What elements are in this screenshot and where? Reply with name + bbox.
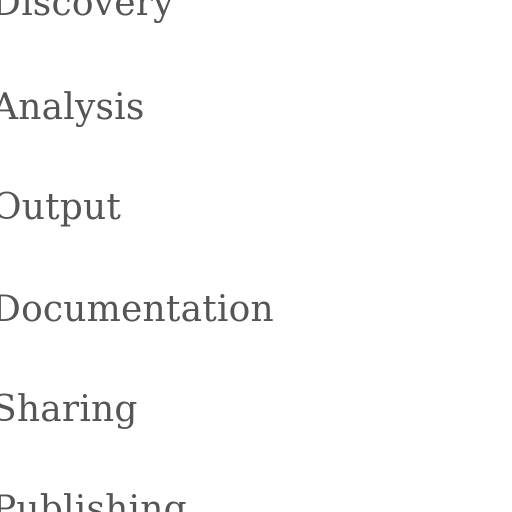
page-viewport: Discovery Analysis Output Documentation … bbox=[0, 0, 512, 512]
nav-item-analysis[interactable]: Analysis bbox=[0, 86, 145, 130]
nav-item-discovery[interactable]: Discovery bbox=[0, 0, 174, 26]
nav-item-publishing[interactable]: Publishing bbox=[0, 488, 187, 512]
nav-item-documentation[interactable]: Documentation bbox=[0, 288, 274, 332]
nav-item-sharing[interactable]: Sharing bbox=[0, 388, 138, 432]
nav-item-output[interactable]: Output bbox=[0, 186, 121, 230]
